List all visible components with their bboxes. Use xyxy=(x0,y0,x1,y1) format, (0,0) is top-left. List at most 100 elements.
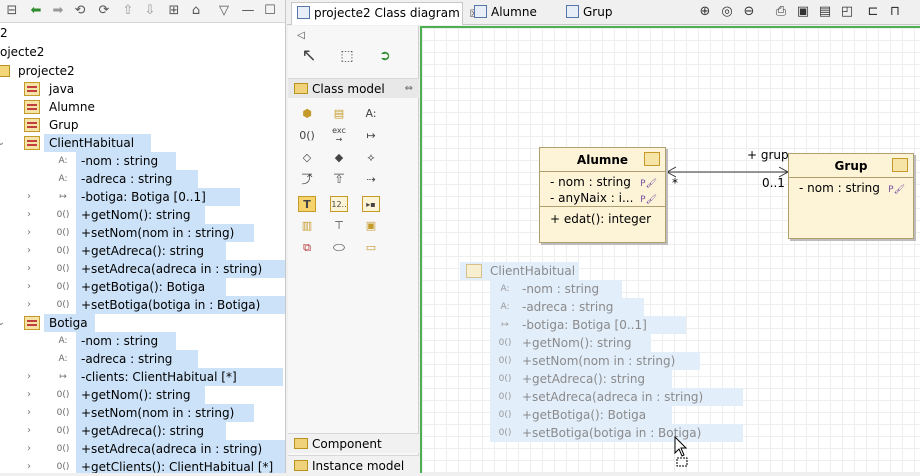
attribute[interactable]: - nom : string P🖌 xyxy=(789,180,913,196)
tree-member-row[interactable]: › 0() +setNom(nom in : string) xyxy=(0,224,285,242)
exception-tool-icon[interactable]: exc → xyxy=(330,126,348,144)
folder-tool-icon[interactable]: ▭ xyxy=(362,240,380,256)
expand-icon[interactable]: › xyxy=(24,368,34,386)
expand-icon[interactable]: › xyxy=(24,386,34,404)
enumeration-tool-icon[interactable]: 12.. xyxy=(330,196,348,212)
dependency-tool-icon[interactable]: ⇢ xyxy=(362,172,380,188)
drawer-component-model[interactable]: Component model xyxy=(288,433,419,471)
nary-association-icon[interactable]: ⟡ xyxy=(362,150,380,166)
attribute[interactable]: - anyNaix : i... P🖌 xyxy=(540,190,665,206)
diagram-canvas[interactable]: + grup 0..1 * Alumne - nom : string P🖌 - … xyxy=(420,26,920,473)
pin-icon[interactable]: ⇔ xyxy=(405,79,413,99)
expand-icon[interactable]: › xyxy=(24,296,34,314)
tree-member-row[interactable]: A: -adreca : string xyxy=(0,170,285,188)
tree-member-row[interactable]: A: -nom : string xyxy=(0,152,285,170)
tree-member-row[interactable]: › 0() +getClients(): ClientHabitual [*] xyxy=(0,458,285,473)
ellipse-tool-icon[interactable]: ⬭ xyxy=(330,240,348,256)
attribute-tool-icon[interactable]: A: xyxy=(362,106,380,122)
home-icon[interactable]: ⌂ xyxy=(188,3,204,19)
tree-class-row[interactable]: Grup xyxy=(0,116,285,134)
interface-tool-icon[interactable]: ⬢ xyxy=(298,106,316,122)
operation[interactable]: + edat(): integer xyxy=(540,211,665,227)
zoom-out-icon[interactable]: ⊖ xyxy=(741,4,757,20)
tab-alumne[interactable]: Alumne xyxy=(469,2,559,25)
collapse-all-icon[interactable]: ⊟ xyxy=(4,3,20,19)
connection-tool-icon[interactable]: ➲ xyxy=(376,48,394,64)
forward-icon[interactable]: ➡ xyxy=(50,3,66,19)
hierarchy-icon[interactable]: ⊞ xyxy=(166,3,182,19)
tree-member-row[interactable]: › 0() +getAdreca(): string xyxy=(0,242,285,260)
note-tool-icon[interactable]: ▥ xyxy=(298,218,316,234)
zoom-in-icon[interactable]: ⊕ xyxy=(697,4,713,20)
marquee-icon[interactable]: ⬚ xyxy=(338,48,356,64)
collapse-icon[interactable]: ⌄ xyxy=(0,314,6,332)
collapse-palette-icon[interactable]: ◁ xyxy=(292,28,310,44)
expand-icon[interactable]: › xyxy=(24,224,34,242)
aggregation-tool-icon[interactable]: ◇— xyxy=(298,150,316,180)
attribute[interactable]: - nom : string P🖌 xyxy=(540,174,665,190)
drawer-class-model[interactable]: Class model ⇔ xyxy=(288,78,419,98)
tree-class-row[interactable]: ⌄ Botiga xyxy=(0,314,285,332)
expand-icon[interactable]: › xyxy=(24,206,34,224)
tree-member-row[interactable]: › 0() +setAdreca(adreca in : string) xyxy=(0,440,285,458)
expand-icon[interactable]: › xyxy=(24,278,34,296)
tree-member-row[interactable]: › 0() +getNom(): string xyxy=(0,206,285,224)
down-icon[interactable]: ⇩ xyxy=(142,3,158,19)
tab-grup[interactable]: Grup xyxy=(561,2,641,25)
composition-tool-icon[interactable]: ◆— xyxy=(330,150,348,180)
generalization-tool-icon[interactable]: ⇧ xyxy=(330,172,348,188)
select-area-icon[interactable]: ◰ xyxy=(839,4,855,20)
tree-member-row[interactable]: › 0() +getAdreca(): string xyxy=(0,422,285,440)
collapse-icon[interactable]: ⌄ xyxy=(0,134,6,152)
tree-root-row[interactable]: 2 xyxy=(0,24,285,42)
export-image-icon[interactable]: ▤ xyxy=(817,4,833,20)
package-tool-icon[interactable]: ▣ xyxy=(362,218,380,234)
text-tool-icon[interactable]: T xyxy=(298,196,316,212)
tree-project-row[interactable]: ojecte2 xyxy=(0,43,285,61)
print-icon[interactable]: ⎙ xyxy=(773,4,789,20)
expand-icon[interactable]: › xyxy=(24,188,34,206)
class-box-alumne[interactable]: Alumne - nom : string P🖌 - anyNaix : i...… xyxy=(539,147,666,243)
tree-member-row[interactable]: › 0() +getNom(): string xyxy=(0,386,285,404)
expand-icon[interactable]: › xyxy=(24,242,34,260)
tree-member-row[interactable]: A: -nom : string xyxy=(0,332,285,350)
tree-member-row[interactable]: A: -adreca : string xyxy=(0,350,285,368)
expand-icon[interactable]: › xyxy=(24,404,34,422)
tree-member-row[interactable]: › 0() +setBotiga(botiga in : Botiga) xyxy=(0,296,285,314)
datatype-tool-icon[interactable]: ▸▪ xyxy=(362,196,380,212)
maximize-icon[interactable]: ☐ xyxy=(262,3,278,19)
class-box-grup[interactable]: Grup - nom : string P🖌 xyxy=(788,153,914,239)
class-tool-icon[interactable]: ▤ xyxy=(330,106,348,122)
up-icon[interactable]: ⇧ xyxy=(120,3,136,19)
tree-class-row[interactable]: Alumne xyxy=(0,98,285,116)
minimize-icon[interactable]: — xyxy=(240,3,256,19)
constraint-tool-icon[interactable]: ⊤ xyxy=(330,218,348,234)
tree-class-row[interactable]: java xyxy=(0,80,285,98)
save-icon[interactable]: ▣ xyxy=(795,4,811,20)
align-left-icon[interactable]: ⊏ xyxy=(865,4,881,20)
operation-tool-icon[interactable]: 0() xyxy=(298,128,316,144)
tree-member-row[interactable]: › ↦ -clients: ClientHabitual [*] xyxy=(0,368,285,386)
signal-tool-icon[interactable]: ⧉ xyxy=(298,240,316,256)
zoom-icon[interactable]: ◎ xyxy=(719,4,735,20)
expand-icon[interactable]: › xyxy=(24,260,34,278)
expand-icon[interactable]: › xyxy=(24,458,34,473)
view-menu-icon[interactable]: ▽ xyxy=(216,3,232,19)
tree-member-row[interactable]: › 0() +setNom(nom in : string) xyxy=(0,404,285,422)
association-tool-icon[interactable]: ↦ xyxy=(362,128,380,144)
link-icon[interactable]: ⟲ xyxy=(72,3,88,19)
tree-package-row[interactable]: projecte2 xyxy=(0,62,285,80)
align-top-icon[interactable]: ⊓ xyxy=(887,4,903,20)
assoc-class-tool-icon[interactable]: ⤴ xyxy=(298,172,316,188)
tab-class-diagram[interactable]: projecte2 Class diagram ☒ xyxy=(291,2,479,25)
tree-member-row[interactable]: › ↦ -botiga: Botiga [0..1] xyxy=(0,188,285,206)
expand-icon[interactable]: › xyxy=(24,422,34,440)
back-icon[interactable]: ⬅ xyxy=(28,3,44,19)
drawer-instance-model[interactable]: Instance model xyxy=(288,455,419,475)
tree-class-row[interactable]: ⌄ ClientHabitual xyxy=(0,134,285,152)
tree-member-row[interactable]: › 0() +setAdreca(adreca in : string) xyxy=(0,260,285,278)
expand-icon[interactable]: › xyxy=(24,440,34,458)
unlink-icon[interactable]: ⟳ xyxy=(96,3,112,19)
select-arrow-icon[interactable]: ↖ xyxy=(300,47,318,65)
tree-member-row[interactable]: › 0() +getBotiga(): Botiga xyxy=(0,278,285,296)
